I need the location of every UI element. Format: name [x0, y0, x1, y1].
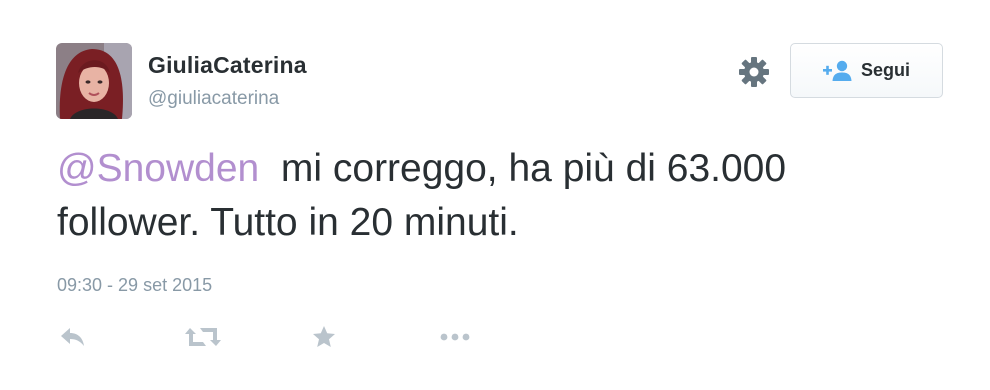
mention-link[interactable]: @Snowden: [57, 147, 259, 190]
tweet-timestamp[interactable]: 09:30 - 29 set 2015: [57, 275, 212, 296]
avatar[interactable]: [56, 43, 132, 119]
star-icon[interactable]: [310, 322, 338, 352]
avatar-image: [56, 43, 132, 119]
gear-icon[interactable]: [737, 55, 771, 89]
follow-button[interactable]: Segui: [790, 43, 943, 98]
follow-person-icon: [822, 60, 853, 82]
retweet-icon[interactable]: [185, 322, 221, 352]
more-dots-icon[interactable]: [438, 322, 472, 352]
tweet-text: @Snowden mi correggo, ha più di 63.000 f…: [57, 142, 937, 250]
reply-icon[interactable]: [58, 322, 88, 352]
follow-button-label: Segui: [860, 60, 910, 80]
tweet-card: GiuliaCaterina @giuliacaterina Segui @Sn…: [0, 0, 990, 390]
display-name[interactable]: GiuliaCaterina: [148, 52, 307, 79]
user-handle[interactable]: @giuliacaterina: [148, 88, 279, 110]
